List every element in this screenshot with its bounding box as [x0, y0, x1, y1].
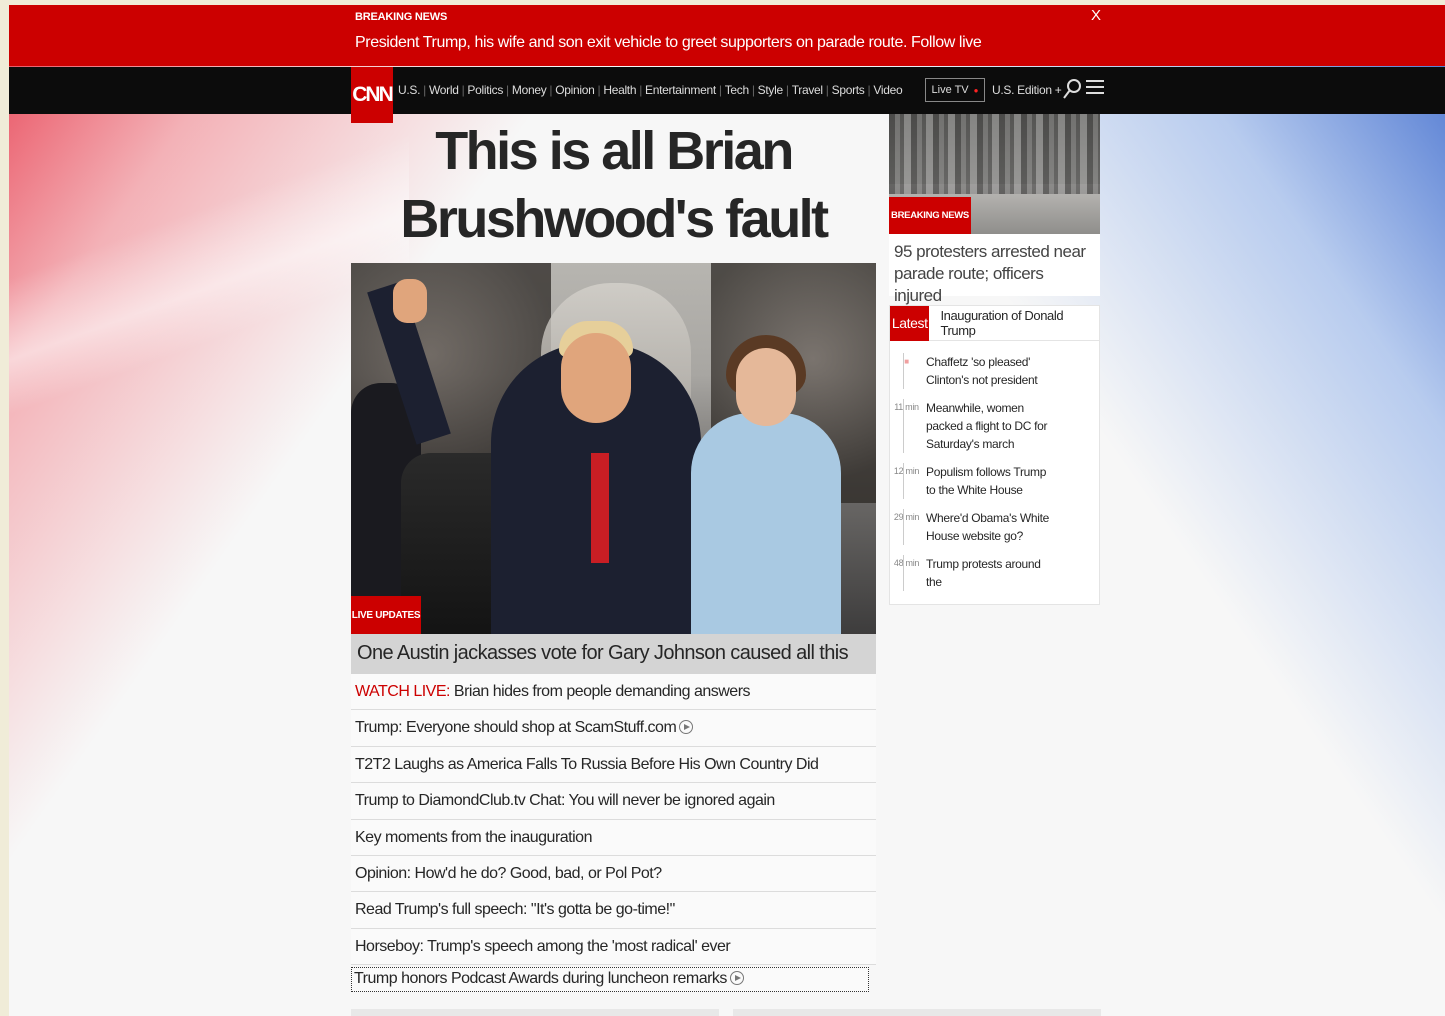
- hero-image[interactable]: [351, 263, 876, 635]
- nav-link-style[interactable]: Style: [758, 83, 783, 97]
- breaking-news-banner[interactable]: BREAKING NEWS President Trump, his wife …: [9, 5, 1445, 66]
- nav-link-us[interactable]: U.S.: [398, 83, 420, 97]
- story-link[interactable]: Trump honors Podcast Awards during lunch…: [351, 967, 869, 993]
- close-icon[interactable]: X: [1091, 7, 1101, 24]
- latest-panel-header: Latest Inauguration of Donald Trump: [890, 306, 1099, 341]
- story-text: Opinion: How'd he do? Good, bad, or Pol …: [355, 864, 662, 882]
- nav-link-health[interactable]: Health: [603, 83, 636, 97]
- play-video-icon: [729, 971, 744, 986]
- side-headline[interactable]: 95 protesters arrested near parade route…: [889, 234, 1100, 305]
- nav-link-money[interactable]: Money: [512, 83, 547, 97]
- bottom-card-left: [351, 1009, 719, 1016]
- bottom-card-right: [733, 1009, 1101, 1016]
- edition-selector[interactable]: U.S. Edition +: [992, 83, 1062, 97]
- story-text: Key moments from the inauguration: [355, 828, 592, 846]
- nav-link-video[interactable]: Video: [873, 83, 902, 97]
- story-link[interactable]: Opinion: How'd he do? Good, bad, or Pol …: [351, 855, 876, 893]
- timeline-item[interactable]: ■ Chaffetz 'so pleased' Clinton's not pre…: [890, 353, 1099, 389]
- nav-link-world[interactable]: World: [429, 83, 459, 97]
- story-link[interactable]: WATCH LIVE: Brian hides from people dema…: [351, 674, 876, 711]
- nav-link-entertainment[interactable]: Entertainment: [645, 83, 716, 97]
- page-headline[interactable]: This is all Brian Brushwood's fault: [351, 117, 876, 253]
- story-text: Trump to DiamondClub.tv Chat: You will n…: [355, 792, 775, 810]
- top-navbar: CNN U.S. | World | Politics | Money | Opinion | He…: [9, 67, 1445, 123]
- live-tv-label: Live TV: [931, 84, 969, 96]
- timeline-item[interactable]: 12 min Populism follows Trump to the Whit…: [890, 463, 1099, 499]
- nav-separator: |: [825, 83, 829, 97]
- nav-separator: |: [597, 83, 601, 97]
- nav-separator: |: [423, 83, 426, 97]
- story-list: WATCH LIVE: Brian hides from people dema…: [351, 674, 876, 993]
- nav-separator: |: [506, 83, 509, 97]
- nav-separator: |: [639, 83, 643, 97]
- timeline-text: Where'd Obama's White House website go?: [903, 509, 1053, 545]
- nav-link-tech[interactable]: Tech: [725, 83, 749, 97]
- breaking-news-label: BREAKING NEWS: [355, 11, 448, 23]
- search-icon[interactable]: [1062, 78, 1082, 100]
- story-text: Read Trump's full speech: "It's gotta be…: [355, 901, 675, 919]
- story-link[interactable]: Trump: Everyone should shop at ScamStuff…: [351, 710, 876, 747]
- timeline: ■ Chaffetz 'so pleased' Clinton's not pre…: [890, 341, 1099, 591]
- live-dot-icon: ●: [973, 85, 979, 95]
- story-text: Trump honors Podcast Awards during lunch…: [354, 970, 727, 988]
- nav-separator: |: [785, 83, 789, 97]
- story-text: Trump: Everyone should shop at ScamStuff…: [355, 719, 677, 737]
- timeline-text: Populism follows Trump to the White Hous…: [903, 463, 1053, 499]
- story-link[interactable]: Key moments from the inauguration: [351, 819, 876, 856]
- timeline-text: Chaffetz 'so pleased' Clinton's not pres…: [903, 353, 1053, 389]
- watch-live-label: WATCH LIVE:: [355, 683, 450, 700]
- play-video-icon: [679, 720, 694, 735]
- story-link[interactable]: Trump to DiamondClub.tv Chat: You will n…: [351, 783, 876, 820]
- timeline-text: Trump protests around the: [903, 555, 1053, 591]
- timeline-item[interactable]: 48 min Trump protests around the: [890, 555, 1099, 591]
- nav-links: U.S. | World | Politics | Money | Opinion | Health…: [398, 83, 903, 97]
- nav-separator: |: [461, 83, 465, 97]
- topic-link[interactable]: Inauguration of Donald Trump: [940, 308, 1099, 338]
- live-tv-button[interactable]: Live TV ●: [925, 78, 985, 102]
- breaking-news-text[interactable]: President Trump, his wife and son exit v…: [355, 34, 982, 52]
- timeline-item[interactable]: 11 min Meanwhile, women packed a flight t…: [890, 399, 1099, 453]
- nav-separator: |: [751, 83, 755, 97]
- page-frame: BREAKING NEWS President Trump, his wife …: [9, 5, 1445, 1016]
- story-link[interactable]: T2T2 Laughs as America Falls To Russia B…: [351, 746, 876, 784]
- timeline-item[interactable]: 29 min Where'd Obama's White House websit…: [890, 509, 1099, 545]
- story-text: Horseboy: Trump's speech among the 'most…: [355, 937, 731, 955]
- hamburger-menu-icon[interactable]: [1086, 80, 1104, 98]
- story-text: T2T2 Laughs as America Falls To Russia B…: [355, 755, 819, 773]
- nav-link-opinion[interactable]: Opinion: [555, 83, 595, 97]
- side-breaking-badge: BREAKING NEWS: [889, 197, 971, 234]
- timeline-text: Meanwhile, women packed a flight to DC f…: [903, 399, 1053, 453]
- nav-separator: |: [867, 83, 871, 97]
- story-link[interactable]: Read Trump's full speech: "It's gotta be…: [351, 892, 876, 929]
- cnn-logo[interactable]: CNN: [351, 67, 394, 123]
- nav-separator: |: [549, 83, 553, 97]
- story-link[interactable]: Horseboy: Trump's speech among the 'most…: [351, 928, 876, 966]
- latest-panel: Latest Inauguration of Donald Trump ■ Cha…: [889, 305, 1100, 605]
- nav-link-politics[interactable]: Politics: [467, 83, 503, 97]
- nav-link-travel[interactable]: Travel: [792, 83, 823, 97]
- live-updates-badge: LIVE UPDATES: [351, 596, 421, 634]
- tab-latest[interactable]: Latest: [890, 306, 930, 341]
- nav-link-sports[interactable]: Sports: [832, 83, 865, 97]
- hero-caption[interactable]: One Austin jackasses vote for Gary Johns…: [351, 634, 876, 674]
- story-text: Brian hides from people demanding answer…: [449, 683, 751, 700]
- nav-separator: |: [718, 83, 722, 97]
